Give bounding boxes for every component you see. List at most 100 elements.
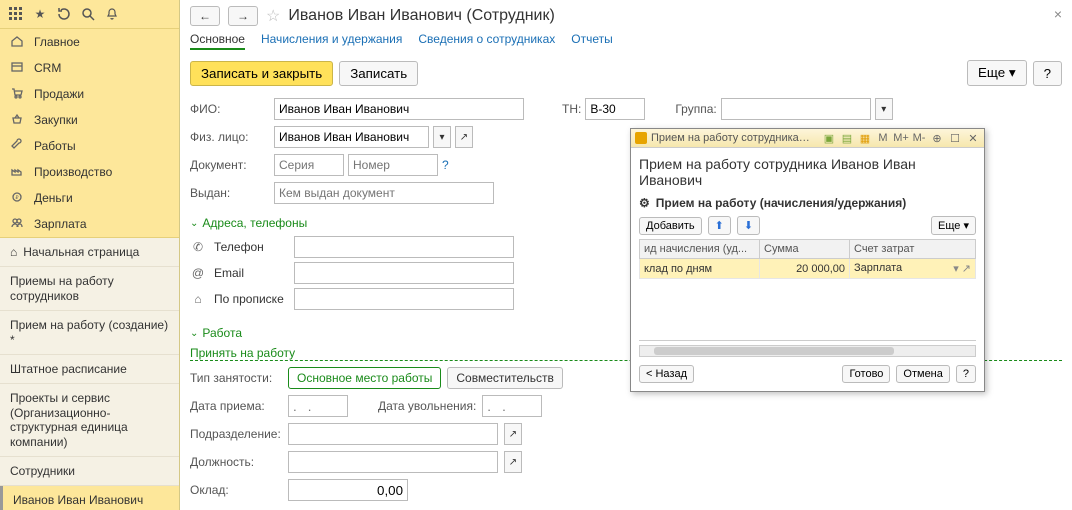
sidebar-item-2[interactable]: Продажи — [0, 81, 179, 107]
basket-icon — [10, 112, 26, 128]
chevron-down-icon: ⌄ — [190, 218, 198, 229]
position-input[interactable] — [288, 451, 498, 473]
dlg-hscroll[interactable] — [639, 345, 976, 357]
help-button[interactable]: ? — [1033, 61, 1062, 86]
tab-0[interactable]: Основное — [190, 32, 245, 50]
tb-save-icon[interactable]: ▣ — [822, 131, 836, 145]
history-icon[interactable] — [56, 6, 72, 22]
tn-input[interactable] — [585, 98, 645, 120]
fire-date-input[interactable] — [482, 395, 542, 417]
lower-item-label: Приемы на работу сотрудников — [10, 274, 114, 302]
sidebar-item-7[interactable]: Зарплата — [0, 211, 179, 237]
tab-2[interactable]: Сведения о сотрудниках — [418, 32, 555, 50]
tab-3[interactable]: Отчеты — [571, 32, 612, 50]
lower-item-5[interactable]: Сотрудники — [0, 457, 179, 486]
salary-input[interactable] — [288, 479, 408, 501]
add-button[interactable]: Добавить — [639, 217, 702, 235]
move-down-button[interactable]: ⬇ — [737, 216, 760, 235]
tb-max-icon[interactable]: ☐ — [948, 131, 962, 145]
sidebar-item-5[interactable]: Производство — [0, 159, 179, 185]
doc-number-input[interactable] — [348, 154, 438, 176]
col-kind[interactable]: ид начисления (уд... — [640, 240, 760, 259]
position-open-icon[interactable]: ↗ — [504, 451, 522, 473]
salary-label: Оклад: — [190, 483, 282, 497]
tb-close-icon[interactable]: ✕ — [966, 131, 980, 145]
tn-label: ТН: — [562, 102, 581, 116]
favorite-icon[interactable]: ☆ — [266, 6, 280, 26]
lower-item-label: Иванов Иван Иванович (Сотрудник) — [13, 493, 143, 510]
tab-1[interactable]: Начисления и удержания — [261, 32, 402, 50]
sidebar-item-label: Работы — [34, 139, 76, 153]
move-up-button[interactable]: ⬆ — [708, 216, 731, 235]
sidebar-item-label: Продажи — [34, 87, 84, 101]
star-icon[interactable]: ★ — [32, 6, 48, 22]
lower-item-6[interactable]: Иванов Иван Иванович (Сотрудник) — [0, 486, 179, 510]
search-icon[interactable] — [80, 6, 96, 22]
tb-mplus-btn[interactable]: M+ — [894, 131, 908, 145]
sidebar-item-label: Закупки — [34, 113, 78, 127]
sidebar-item-1[interactable]: CRM — [0, 55, 179, 81]
hire-date-input[interactable] — [288, 395, 348, 417]
phys-open-icon[interactable]: ↗ — [455, 126, 473, 148]
tb-mminus-btn[interactable]: M- — [912, 131, 926, 145]
phys-input[interactable] — [274, 126, 429, 148]
grid-icon[interactable] — [8, 6, 24, 22]
emp-type-main-chip[interactable]: Основное место работы — [288, 367, 441, 389]
close-icon[interactable]: × — [1054, 6, 1062, 22]
sidebar-item-6[interactable]: ₽Деньги — [0, 185, 179, 211]
dept-input[interactable] — [288, 423, 498, 445]
fire-date-label: Дата увольнения: — [378, 399, 476, 413]
phys-label: Физ. лицо: — [190, 130, 268, 144]
issued-label: Выдан: — [190, 186, 268, 200]
phone-input[interactable] — [294, 236, 514, 258]
sidebar: ★ Главное CRM Продажи Закупки Работы Производ… — [0, 0, 180, 510]
email-input[interactable] — [294, 262, 514, 284]
home-icon: ⌂ — [190, 292, 206, 306]
more-button[interactable]: Еще ▾ — [967, 60, 1027, 86]
sidebar-item-label: Главное — [34, 35, 80, 49]
dlg-help-button[interactable]: ? — [956, 365, 976, 383]
tb-calc-icon[interactable]: ▤ — [840, 131, 854, 145]
phys-dropdown-icon[interactable]: ▾ — [433, 126, 451, 148]
cell-kind: клад по дням — [640, 259, 760, 279]
sidebar-item-label: Производство — [34, 165, 112, 179]
address-input[interactable] — [294, 288, 514, 310]
tb-m-btn[interactable]: M — [876, 131, 890, 145]
sidebar-item-0[interactable]: Главное — [0, 29, 179, 55]
phone-icon: ✆ — [190, 240, 206, 254]
group-dropdown-icon[interactable]: ▾ — [875, 98, 893, 120]
save-button[interactable]: Записать — [339, 61, 418, 86]
sidebar-item-4[interactable]: Работы — [0, 133, 179, 159]
tb-zoom-icon[interactable]: ⊕ — [930, 131, 944, 145]
save-close-button[interactable]: Записать и закрыть — [190, 61, 333, 86]
dlg-more-button[interactable]: Еще ▾ — [931, 216, 976, 235]
sidebar-item-3[interactable]: Закупки — [0, 107, 179, 133]
bell-icon[interactable] — [104, 6, 120, 22]
wrench-icon — [10, 138, 26, 154]
lower-item-1[interactable]: Приемы на работу сотрудников — [0, 267, 179, 311]
group-input[interactable] — [721, 98, 871, 120]
lower-item-0[interactable]: ⌂ Начальная страница — [0, 238, 179, 267]
issued-input[interactable] — [274, 182, 494, 204]
fio-input[interactable] — [274, 98, 524, 120]
sidebar-lower: ⌂ Начальная страница Приемы на работу сот… — [0, 237, 179, 510]
dialog-heading: Прием на работу сотрудника Иванов Иван И… — [639, 156, 976, 188]
cancel-button[interactable]: Отмена — [896, 365, 949, 383]
emp-type-part-chip[interactable]: Совместительств — [447, 367, 562, 389]
col-sum[interactable]: Сумма — [760, 240, 850, 259]
table-row[interactable]: клад по дням 20 000,00 Зарплата ▾ ↗ — [640, 259, 976, 279]
doc-help-icon[interactable]: ? — [442, 158, 449, 172]
col-account[interactable]: Счет затрат — [850, 240, 976, 259]
doc-series-input[interactable] — [274, 154, 344, 176]
page-title: Иванов Иван Иванович (Сотрудник) — [288, 7, 554, 25]
back-button[interactable]: < Назад — [639, 365, 694, 383]
done-button[interactable]: Готово — [842, 365, 890, 383]
sidebar-item-label: Зарплата — [34, 217, 87, 231]
nav-back-button[interactable]: ← — [190, 6, 220, 26]
nav-fwd-button[interactable]: → — [228, 6, 258, 26]
lower-item-2[interactable]: Прием на работу (создание) * — [0, 311, 179, 355]
tb-cal-icon[interactable]: ▦ — [858, 131, 872, 145]
lower-item-4[interactable]: Проекты и сервис (Организационно-структу… — [0, 384, 179, 457]
dept-open-icon[interactable]: ↗ — [504, 423, 522, 445]
lower-item-3[interactable]: Штатное расписание — [0, 355, 179, 384]
